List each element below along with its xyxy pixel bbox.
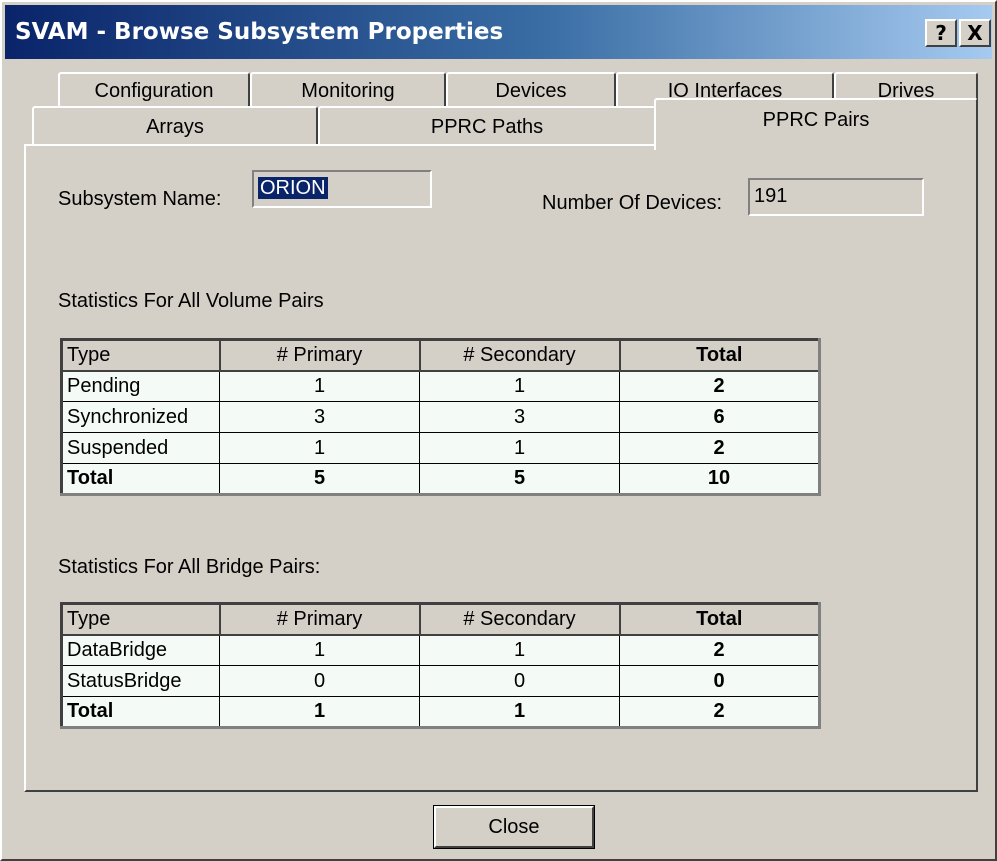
table-row: StatusBridge 0 0 0 (61, 665, 820, 697)
tab-devices[interactable]: Devices (446, 72, 616, 106)
table-row: Pending 1 1 2 (61, 370, 820, 402)
cell-total: 0 (619, 665, 820, 697)
close-button[interactable]: Close (433, 805, 595, 849)
table-row: Suspended 1 1 2 (61, 432, 820, 464)
cell-primary: 1 (219, 370, 420, 402)
cell-total: 2 (619, 432, 820, 464)
col-total[interactable]: Total (618, 338, 821, 372)
table-header-row: Type # Primary # Secondary Total (60, 338, 821, 372)
tab-configuration[interactable]: Configuration (58, 72, 250, 106)
cell-primary: 1 (219, 696, 420, 728)
table-row: DataBridge 1 1 2 (61, 634, 820, 666)
cell-primary: 5 (219, 463, 420, 495)
bridge-pairs-table: Type # Primary # Secondary Total DataBri… (60, 602, 821, 729)
col-secondary[interactable]: # Secondary (418, 602, 621, 636)
cell-primary: 0 (219, 665, 420, 697)
tab-monitoring[interactable]: Monitoring (250, 72, 446, 106)
cell-type: StatusBridge (61, 665, 220, 697)
cell-type: Total (61, 696, 220, 728)
cell-total: 2 (619, 634, 820, 666)
window-title: SVAM - Browse Subsystem Properties (15, 19, 504, 45)
col-type[interactable]: Type (60, 602, 221, 636)
col-primary[interactable]: # Primary (218, 602, 421, 636)
num-devices-field[interactable]: 191 (748, 178, 924, 216)
cell-secondary: 5 (419, 463, 620, 495)
cell-type: Synchronized (61, 401, 220, 433)
cell-secondary: 1 (419, 696, 620, 728)
volume-pairs-title: Statistics For All Volume Pairs (58, 290, 324, 312)
cell-primary: 1 (219, 432, 420, 464)
cell-primary: 3 (219, 401, 420, 433)
title-bar[interactable]: SVAM - Browse Subsystem Properties ? X (5, 5, 992, 59)
cell-secondary: 0 (419, 665, 620, 697)
table-row-total: Total 5 5 10 (61, 463, 820, 495)
tab-arrays[interactable]: Arrays (32, 106, 318, 144)
cell-total: 2 (619, 370, 820, 402)
subsystem-name-field[interactable]: ORION (252, 170, 432, 208)
cell-total: 6 (619, 401, 820, 433)
subsystem-name-value: ORION (258, 177, 328, 199)
tab-pprc-pairs[interactable]: PPRC Pairs (654, 98, 978, 150)
num-devices-value: 191 (754, 185, 788, 207)
close-window-button[interactable]: X (959, 19, 991, 47)
dialog-window: SVAM - Browse Subsystem Properties ? X C… (0, 0, 997, 861)
bridge-pairs-title: Statistics For All Bridge Pairs: (58, 556, 321, 578)
cell-total: 2 (619, 696, 820, 728)
col-primary[interactable]: # Primary (218, 338, 421, 372)
table-row-total: Total 1 1 2 (61, 696, 820, 728)
col-total[interactable]: Total (618, 602, 821, 636)
cell-total: 10 (619, 463, 820, 495)
cell-secondary: 3 (419, 401, 620, 433)
subsystem-name-label: Subsystem Name: (58, 188, 222, 210)
cell-type: Suspended (61, 432, 220, 464)
tab-pprc-paths[interactable]: PPRC Paths (318, 106, 656, 144)
cell-secondary: 1 (419, 634, 620, 666)
cell-primary: 1 (219, 634, 420, 666)
cell-secondary: 1 (419, 432, 620, 464)
cell-type: Pending (61, 370, 220, 402)
tab-panel: Subsystem Name: ORION Number Of Devices:… (24, 144, 978, 792)
col-type[interactable]: Type (60, 338, 221, 372)
table-row: Synchronized 3 3 6 (61, 401, 820, 433)
num-devices-label: Number Of Devices: (542, 192, 723, 214)
table-header-row: Type # Primary # Secondary Total (60, 602, 821, 636)
volume-pairs-table: Type # Primary # Secondary Total Pending… (60, 338, 821, 496)
cell-secondary: 1 (419, 370, 620, 402)
cell-type: DataBridge (61, 634, 220, 666)
col-secondary[interactable]: # Secondary (418, 338, 621, 372)
help-button[interactable]: ? (925, 19, 957, 47)
cell-type: Total (61, 463, 220, 495)
